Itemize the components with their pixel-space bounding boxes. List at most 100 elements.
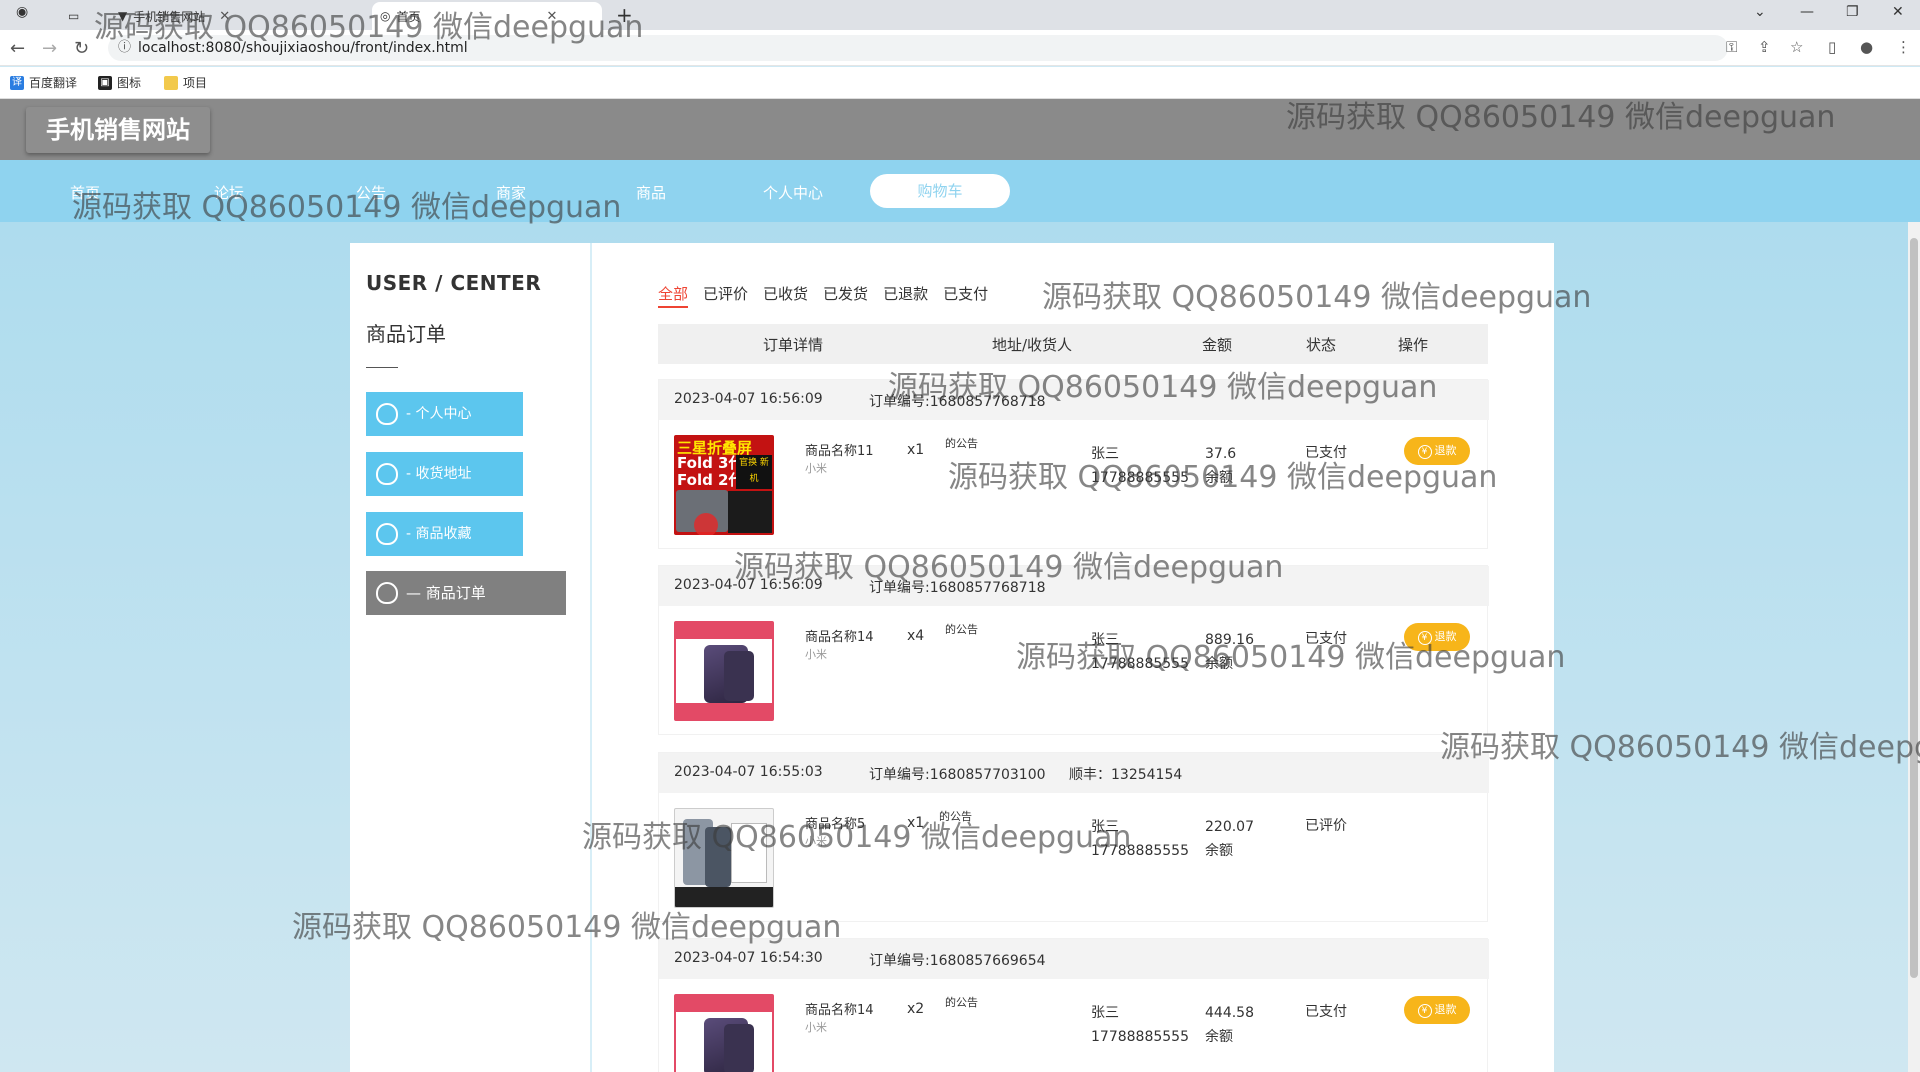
- image-icon: ▣: [98, 75, 112, 90]
- share-icon[interactable]: ⇪: [1758, 38, 1771, 56]
- order-amount: 220.07 余额: [1205, 819, 1254, 859]
- bookmark-star-icon[interactable]: ☆: [1790, 38, 1803, 56]
- header-address: 地址/收货人: [992, 336, 1073, 354]
- mouse-cursor-icon: [694, 513, 718, 535]
- translate-icon: 译: [10, 75, 24, 90]
- browser-tab-1[interactable]: ▼ 手机销售网站 ✕: [110, 2, 360, 30]
- header-amount: 金额: [1202, 336, 1233, 354]
- product-quantity: x2: [907, 1001, 925, 1017]
- close-window-icon[interactable]: ✕: [1892, 4, 1904, 20]
- nav-user-center[interactable]: 个人中心: [763, 182, 823, 203]
- back-icon[interactable]: ←: [10, 38, 25, 59]
- header-status: 状态: [1306, 336, 1337, 354]
- order-number: 订单编号:1680857768718: [869, 394, 1046, 410]
- bookmark-item-translate[interactable]: 译 百度翻译: [10, 74, 77, 91]
- site-header: 手机销售网站: [0, 99, 1920, 160]
- nav-merchant[interactable]: 商家: [496, 182, 526, 203]
- divider: [366, 367, 398, 368]
- nav-products[interactable]: 商品: [636, 182, 666, 203]
- product-name[interactable]: 商品名称11: [805, 440, 874, 459]
- tab-received[interactable]: 已收货: [763, 283, 808, 308]
- tab-all[interactable]: 全部: [658, 283, 689, 308]
- side-panel-icon[interactable]: ▯: [1828, 38, 1836, 56]
- product-name[interactable]: 商品名称5: [805, 813, 865, 832]
- tab-search-icon[interactable]: ⌄: [1754, 4, 1766, 20]
- order-header: 2023-04-07 16:56:09 订单编号:1680857768718: [659, 566, 1489, 606]
- tab-refunded[interactable]: 已退款: [883, 283, 928, 308]
- sidebar-item-address[interactable]: - 收货地址: [366, 452, 523, 496]
- forward-icon[interactable]: →: [42, 38, 57, 59]
- url-field[interactable]: ⓘ localhost:8080/shoujixiaoshou/front/in…: [108, 35, 1728, 61]
- tab-reviewed[interactable]: 已评价: [703, 283, 748, 308]
- order-row: 2023-04-07 16:56:09 订单编号:1680857768718 三…: [658, 379, 1489, 549]
- more-menu-icon[interactable]: ⋮: [1896, 38, 1911, 56]
- restore-icon[interactable]: ❐: [1846, 4, 1859, 20]
- product-brand: 小米: [805, 835, 827, 848]
- sidebar-item-favorites[interactable]: - 商品收藏: [366, 512, 523, 556]
- order-row: 2023-04-07 16:56:09 订单编号:1680857768718 商…: [658, 565, 1489, 735]
- order-header: 2023-04-07 16:56:09 订单编号:1680857768718: [659, 380, 1489, 420]
- bookmark-item-icons[interactable]: ▣ 图标: [98, 74, 141, 91]
- bookmarks-bar: 译 百度翻译 ▣ 图标 项目: [0, 67, 1920, 99]
- product-quantity: x1: [907, 815, 925, 831]
- receiver: 张三 17788885555: [1091, 632, 1189, 672]
- orders-table-header: 订单详情 地址/收货人 金额 状态 操作: [658, 324, 1488, 364]
- order-row: 2023-04-07 16:55:03 订单编号:1680857703100 顺…: [658, 752, 1489, 922]
- product-quantity: x1: [907, 442, 925, 458]
- reload-icon[interactable]: ↻: [74, 38, 89, 59]
- nav-home[interactable]: 首页: [70, 182, 100, 203]
- order-row: 2023-04-07 16:54:30 订单编号:1680857669654 商…: [658, 938, 1489, 1072]
- product-notice: 的公告: [945, 437, 978, 450]
- flame-icon: [376, 523, 398, 545]
- minimize-icon[interactable]: —: [1800, 4, 1814, 20]
- refund-button[interactable]: ¥ 退款: [1404, 623, 1470, 651]
- page-scrollbar[interactable]: [1908, 222, 1920, 1072]
- browser-menu-icon[interactable]: ◉: [16, 4, 28, 20]
- order-status: 已支付: [1305, 445, 1347, 461]
- product-thumbnail[interactable]: [674, 621, 774, 721]
- sidebar-item-user-center[interactable]: - 个人中心: [366, 392, 523, 436]
- close-tab-icon[interactable]: ✕: [547, 9, 558, 24]
- sidebar-item-orders[interactable]: — 商品订单: [366, 571, 566, 615]
- order-header: 2023-04-07 16:55:03 订单编号:1680857703100 顺…: [659, 753, 1489, 793]
- browser-tab-2[interactable]: ◎ 首页 ✕: [372, 2, 602, 30]
- product-thumbnail[interactable]: [674, 808, 774, 908]
- express-info: 顺丰：13254154: [1069, 767, 1183, 783]
- tab-shipped[interactable]: 已发货: [823, 283, 868, 308]
- receiver: 张三 17788885555: [1091, 446, 1189, 486]
- product-notice: 的公告: [945, 623, 978, 636]
- nav-forum[interactable]: 论坛: [214, 182, 244, 203]
- scrollbar-thumb[interactable]: [1910, 238, 1918, 978]
- browser-tab-blank[interactable]: ▭: [60, 2, 100, 30]
- refund-button[interactable]: ¥ 退款: [1404, 437, 1470, 465]
- password-key-icon[interactable]: ⚿: [1726, 38, 1737, 56]
- cart-button[interactable]: 购物车: [870, 174, 1010, 208]
- product-thumbnail[interactable]: [674, 994, 774, 1072]
- browser-tab-bar: ◉ ▭ ▼ 手机销售网站 ✕ ◎ 首页 ✕ + ⌄ — ❐ ✕: [0, 0, 1920, 30]
- bookmark-item-project[interactable]: 项目: [164, 74, 207, 91]
- nav-notice[interactable]: 公告: [356, 182, 386, 203]
- order-number: 订单编号:1680857768718: [869, 580, 1046, 596]
- close-tab-icon[interactable]: ✕: [219, 9, 230, 24]
- order-status: 已支付: [1305, 1004, 1347, 1020]
- site-info-icon[interactable]: ⓘ: [118, 35, 131, 61]
- product-thumbnail[interactable]: 三星折叠屏 Fold 3代 Fold 2代 官换 新机: [674, 435, 774, 535]
- yen-icon: ¥: [1417, 445, 1432, 459]
- receiver: 张三 17788885555: [1091, 1005, 1189, 1045]
- order-time: 2023-04-07 16:55:03: [674, 764, 823, 780]
- new-tab-button[interactable]: +: [616, 3, 633, 27]
- profile-avatar-icon[interactable]: ●: [1860, 38, 1873, 56]
- order-time: 2023-04-07 16:56:09: [674, 391, 823, 407]
- refund-button[interactable]: ¥ 退款: [1404, 996, 1470, 1024]
- tab-paid[interactable]: 已支付: [943, 283, 988, 308]
- product-brand: 小米: [805, 1021, 827, 1034]
- site-nav: 首页 论坛 公告 商家 商品 个人中心 购物车: [0, 160, 1920, 222]
- product-name[interactable]: 商品名称14: [805, 626, 874, 645]
- order-number: 订单编号:1680857669654: [869, 953, 1046, 969]
- receiver: 张三 17788885555: [1091, 819, 1189, 859]
- product-name[interactable]: 商品名称14: [805, 999, 874, 1018]
- site-logo[interactable]: 手机销售网站: [26, 107, 210, 153]
- address-bar: ← → ↻ ⓘ localhost:8080/shoujixiaoshou/fr…: [0, 30, 1920, 66]
- favicon-icon: ▼: [118, 9, 128, 23]
- product-brand: 小米: [805, 648, 827, 661]
